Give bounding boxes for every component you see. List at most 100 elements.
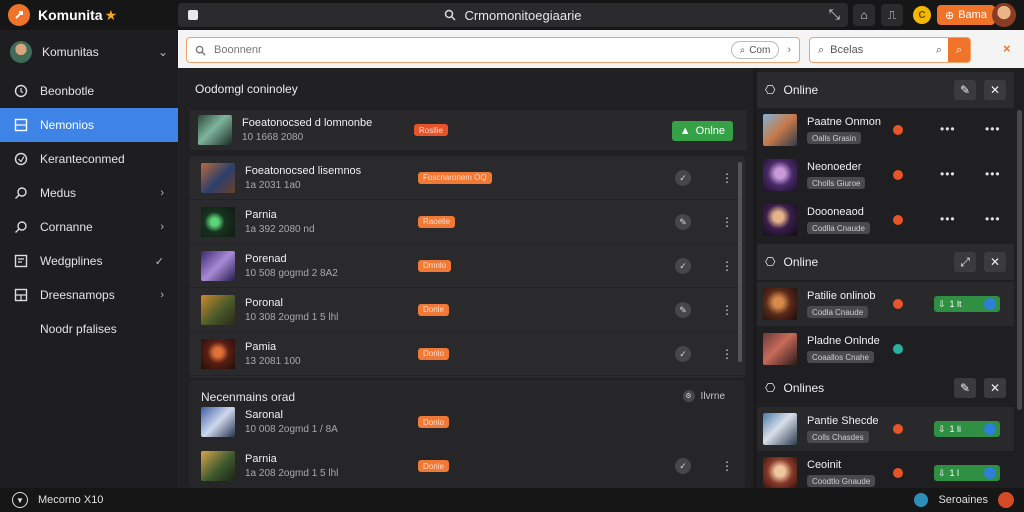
game-list: Foeatonocsed lisemnos 1a 2031 1a0 Foscnar…: [189, 156, 745, 378]
player-name: Patilie onlinob: [807, 290, 876, 302]
filter-go-button[interactable]: ⌕: [948, 38, 970, 62]
list-item[interactable]: Doooneaod Codlla Cnaude ••• •••: [757, 198, 1014, 242]
player-name: Pantie Shecde: [807, 415, 879, 427]
player-name: Pladne Onlnde: [807, 335, 880, 347]
table-row[interactable]: Parnia 1a 208 2ogmd 1 5 lhl Donle ✓ ⋮: [189, 444, 745, 488]
close-icon[interactable]: ×: [1003, 41, 1011, 56]
chevron-down-icon: ⌄: [157, 45, 168, 59]
more-icon[interactable]: •••: [940, 167, 956, 181]
table-row[interactable]: Foeatonocsed lisemnos 1a 2031 1a0 Foscnar…: [189, 156, 745, 200]
filter-bar: Boonnenr ⌕ Com › ⌕ Bcelas ⌕ ⌕ ×: [178, 30, 1024, 68]
sidebar-item-medus[interactable]: Medus ›: [0, 176, 178, 210]
check-icon[interactable]: ✓: [675, 258, 691, 274]
player-avatar: [763, 114, 797, 146]
list-item[interactable]: Pladne Onlnde Coaallos Cnahe: [757, 327, 1014, 371]
table-row[interactable]: Parnia 1a 392 2080 nd Raoelie ✎ ⋮: [189, 200, 745, 244]
expand-icon[interactable]: ⤢: [954, 252, 976, 272]
expand-icon[interactable]: ⤡: [829, 6, 840, 23]
sidebar-item-label: Beonbotle: [40, 84, 95, 98]
check-icon[interactable]: ✓: [675, 170, 691, 186]
top-search-bar[interactable]: Crmomonitoegiaarie ⤡: [178, 3, 848, 27]
more-icon[interactable]: ⋮: [721, 304, 733, 316]
edit-icon[interactable]: ✎: [675, 214, 691, 230]
check-icon[interactable]: ✓: [675, 458, 691, 474]
sidebar-item-dreesnamops[interactable]: Dreesnamops ›: [0, 278, 178, 312]
more-icon[interactable]: •••: [985, 122, 1001, 136]
more-icon[interactable]: ⋮: [721, 460, 733, 472]
more-icon[interactable]: •••: [985, 167, 1001, 181]
check-icon[interactable]: ✓: [675, 346, 691, 362]
filter-chip[interactable]: ⌕ Com: [730, 41, 780, 59]
player-status: Coaallos Cnahe: [807, 351, 874, 363]
row-title: Parnia: [245, 208, 277, 221]
list-item[interactable]: Paatne Onmon Oalls Grasin ••• •••: [757, 108, 1014, 152]
online-button[interactable]: ▲ Onlne: [671, 121, 733, 141]
join-button[interactable]: ⇩ 1 lt: [934, 296, 1000, 312]
sidebar-item-keranteconmed[interactable]: Keranteconmed: [0, 142, 178, 176]
row-subtitle: 10 008 2ogmd 1 / 8A: [245, 424, 338, 435]
bottom-right-status[interactable]: Seroaines: [914, 492, 1014, 508]
more-icon[interactable]: ⋮: [721, 348, 733, 360]
game-thumbnail: [201, 294, 235, 325]
row-title: Pamia: [245, 340, 277, 353]
sidebar-header-label: Komunitas: [42, 45, 99, 59]
bag-icon[interactable]: ⌂: [853, 4, 875, 26]
group-header-onlines[interactable]: ⎔ Onlines ✎ ✕: [757, 370, 1014, 406]
row-subtitle: 10 508 gogmd 2 8A2: [245, 267, 338, 279]
close-icon[interactable]: ✕: [984, 80, 1006, 100]
sidebar-item-beonbotle[interactable]: Beonbotle: [0, 74, 178, 108]
coin-icon[interactable]: C: [913, 6, 931, 24]
group-header-online-2[interactable]: ⎔ Online ⤢ ✕: [757, 244, 1014, 280]
group-header-online[interactable]: ⎔ Online ✎ ✕: [757, 72, 1014, 108]
scrollbar[interactable]: [738, 162, 742, 362]
table-row[interactable]: Porenad 10 508 gogmd 2 8A2 Dmnlo ✓ ⋮: [189, 244, 745, 288]
more-icon[interactable]: •••: [985, 212, 1001, 226]
game-thumbnail: [198, 115, 232, 145]
more-icon[interactable]: ⋮: [721, 216, 733, 228]
more-icon[interactable]: •••: [940, 212, 956, 226]
pin-icon[interactable]: ✎: [954, 378, 976, 398]
pin-icon[interactable]: ✎: [954, 80, 976, 100]
close-icon[interactable]: ✕: [984, 378, 1006, 398]
list-item[interactable]: Neonoeder Cholls Giuroe ••• •••: [757, 153, 1014, 197]
brand[interactable]: Komunita ★: [0, 4, 178, 26]
group-title: Onlines: [783, 381, 825, 395]
user-avatar[interactable]: [992, 3, 1016, 27]
sidebar-header[interactable]: Komunitas ⌄: [0, 30, 178, 74]
grid-icon: [14, 288, 28, 302]
top-account-button[interactable]: ⊕ Bama: [937, 5, 995, 25]
download-icon: ⇩: [938, 423, 946, 434]
more-icon[interactable]: •••: [940, 122, 956, 136]
row-title: Porenad: [245, 252, 287, 265]
join-button[interactable]: ⇩ 1 l: [934, 465, 1000, 481]
table-row[interactable]: Pamia 13 2081 100 Donlo ✓ ⋮: [189, 332, 745, 376]
player-avatar: [763, 413, 797, 445]
featured-row[interactable]: Foeatonocsed d lomnonbe 10 1668 2080 Ros…: [190, 110, 747, 150]
community-avatar: [10, 41, 32, 63]
sidebar-item-nemonios[interactable]: Nemonios: [0, 108, 178, 142]
join-button[interactable]: ⇩ 1 li: [934, 421, 1000, 437]
chevron-right-icon[interactable]: ›: [787, 44, 791, 56]
discord-icon: [984, 467, 996, 479]
scrollbar[interactable]: [1017, 110, 1022, 410]
more-icon[interactable]: ⋮: [721, 172, 733, 184]
bottom-right-label: Seroaines: [938, 494, 988, 506]
edit-icon[interactable]: ✎: [675, 302, 691, 318]
bottom-left-status[interactable]: ▼ Mecorno X10: [0, 492, 103, 508]
lock-icon[interactable]: ⎍: [881, 4, 903, 26]
sidebar-item-cornanne[interactable]: Cornanne ›: [0, 210, 178, 244]
table-row[interactable]: Saronal 10 008 2ogmd 1 / 8A Donlo: [189, 400, 745, 444]
list-item[interactable]: Patilie onlinob Codla Cnaude ⇩ 1 lt: [757, 282, 1014, 326]
filter-secondary-input[interactable]: ⌕ Bcelas ⌕ ⌕: [809, 37, 971, 63]
filter-input[interactable]: Boonnenr ⌕ Com ›: [186, 37, 800, 63]
sidebar-item-wedgplines[interactable]: Wedgplines ✓: [0, 244, 178, 278]
more-icon[interactable]: ⋮: [721, 260, 733, 272]
player-status: Oalls Grasin: [807, 132, 862, 144]
sidebar-item-noodr-pfalises[interactable]: Noodr pfalises: [0, 312, 178, 346]
list-item[interactable]: Pantie Shecde Colls Chasdes ⇩ 1 li: [757, 407, 1014, 451]
grid-icon: [14, 118, 28, 132]
close-icon[interactable]: ✕: [984, 252, 1006, 272]
player-avatar: [763, 333, 797, 365]
table-row[interactable]: Poronal 10 308 2ogmd 1 5 lhl Donle ✎ ⋮: [189, 288, 745, 332]
status-badge: Donle: [418, 460, 449, 472]
